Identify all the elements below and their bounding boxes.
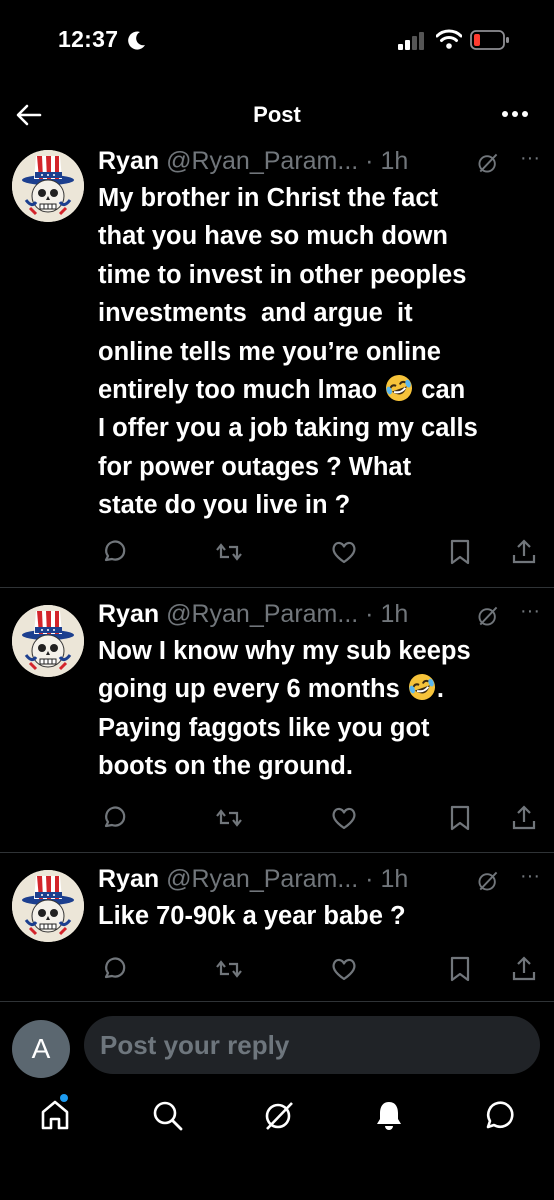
post-text: Now I know why my sub keeps going up eve… xyxy=(98,637,471,781)
bookmark-icon[interactable] xyxy=(446,955,474,983)
reply-icon[interactable] xyxy=(100,804,128,832)
reply-post[interactable]: Ryan @Ryan_Param... · 1h ··· Like 70-90k… xyxy=(0,853,554,1002)
rolling-laughing-emoji-icon xyxy=(384,373,414,403)
grok-icon[interactable] xyxy=(476,151,500,175)
reply-icon[interactable] xyxy=(100,538,128,566)
post-header: Ryan @Ryan_Param... · 1h ··· xyxy=(98,600,540,628)
post-text: Like 70-90k a year babe ? xyxy=(98,902,406,930)
author-name[interactable]: Ryan xyxy=(98,147,159,175)
battery-low-icon xyxy=(470,30,509,50)
post-time: 1h xyxy=(380,147,409,175)
status-time: 12:37 xyxy=(58,26,119,52)
post-actions xyxy=(98,538,544,570)
post-more-icon[interactable]: ··· xyxy=(520,147,540,170)
bottom-tab-bar xyxy=(0,1086,554,1156)
post-more-icon[interactable]: ··· xyxy=(520,865,540,888)
repost-icon[interactable] xyxy=(215,804,243,832)
like-icon[interactable] xyxy=(330,955,358,983)
more-options-icon[interactable] xyxy=(500,102,530,126)
reply-input[interactable] xyxy=(84,1016,540,1074)
author-handle[interactable]: @Ryan_Param... xyxy=(166,147,358,175)
reply-post[interactable]: Ryan @Ryan_Param... · 1h ··· Now I know … xyxy=(0,588,554,853)
post-more-icon[interactable]: ··· xyxy=(520,600,540,623)
author-handle[interactable]: @Ryan_Param... xyxy=(166,865,358,893)
reply-icon[interactable] xyxy=(100,955,128,983)
status-bar: 12:37 xyxy=(0,0,554,80)
grok-icon[interactable] xyxy=(476,604,500,628)
post-text: My brother in Christ the fact that you h… xyxy=(98,184,478,520)
home-icon[interactable] xyxy=(38,1098,72,1132)
author-name[interactable]: Ryan xyxy=(98,600,159,628)
reply-composer: A xyxy=(0,1004,554,1082)
focus-moon-icon xyxy=(128,31,145,50)
bookmark-icon[interactable] xyxy=(446,804,474,832)
bookmark-icon[interactable] xyxy=(446,538,474,566)
like-icon[interactable] xyxy=(330,804,358,832)
messages-icon[interactable] xyxy=(482,1098,516,1132)
avatar[interactable] xyxy=(12,150,84,222)
search-icon[interactable] xyxy=(150,1098,184,1132)
like-icon[interactable] xyxy=(330,538,358,566)
author-handle[interactable]: @Ryan_Param... xyxy=(166,600,358,628)
post-time: 1h xyxy=(380,600,409,628)
post-actions xyxy=(98,804,544,836)
repost-icon[interactable] xyxy=(215,955,243,983)
grok-icon[interactable] xyxy=(476,869,500,893)
post-header: Ryan @Ryan_Param... · 1h ··· xyxy=(98,147,540,175)
notification-dot xyxy=(60,1094,68,1102)
repost-icon[interactable] xyxy=(215,538,243,566)
top-nav: Post xyxy=(0,88,554,144)
post-header: Ryan @Ryan_Param... · 1h ··· xyxy=(98,865,540,893)
notifications-icon[interactable] xyxy=(372,1098,406,1132)
reply-post[interactable]: Ryan @Ryan_Param... · 1h ··· My brother … xyxy=(0,144,554,588)
grok-icon[interactable] xyxy=(262,1098,296,1132)
page-title: Post xyxy=(253,102,301,127)
share-icon[interactable] xyxy=(510,804,538,832)
post-actions xyxy=(98,955,544,987)
wifi-icon xyxy=(436,29,462,49)
user-avatar[interactable]: A xyxy=(12,1020,70,1078)
post-time: 1h xyxy=(380,865,409,893)
share-icon[interactable] xyxy=(510,955,538,983)
share-icon[interactable] xyxy=(510,538,538,566)
author-name[interactable]: Ryan xyxy=(98,865,159,893)
rolling-laughing-emoji-icon xyxy=(407,672,437,702)
avatar[interactable] xyxy=(12,870,84,942)
avatar[interactable] xyxy=(12,605,84,677)
cellular-signal-icon xyxy=(398,32,424,50)
